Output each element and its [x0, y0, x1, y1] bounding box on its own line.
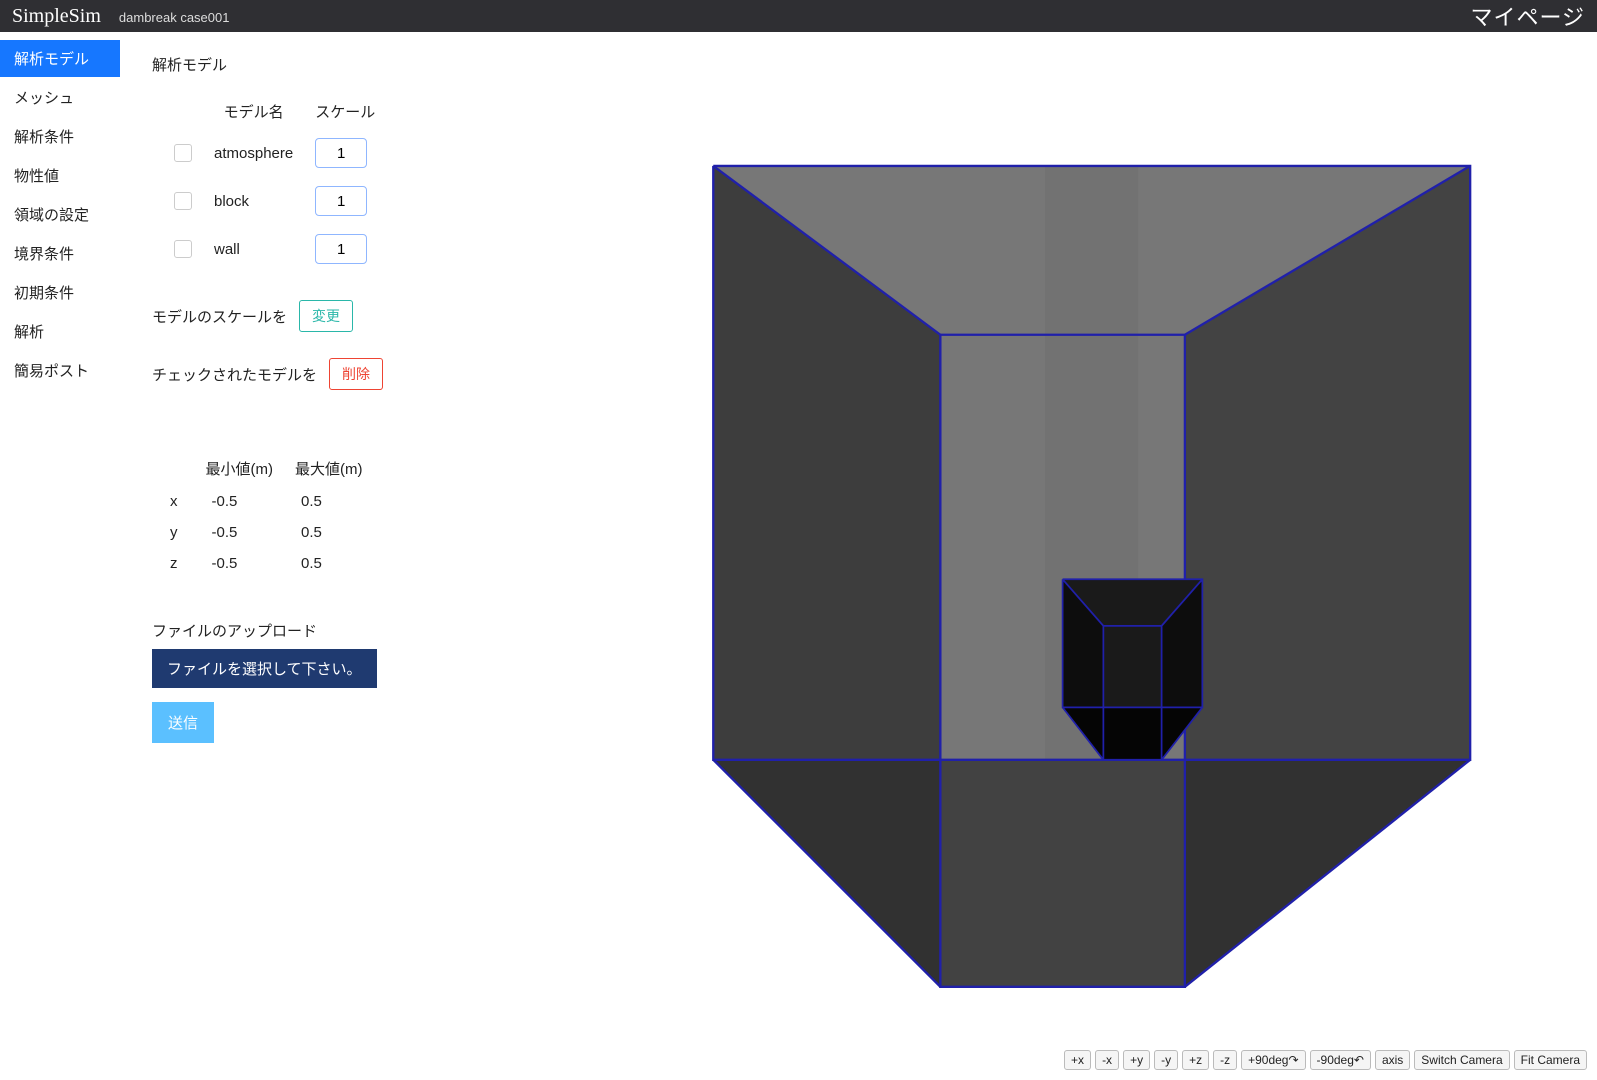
model-header-scale: スケール — [305, 95, 385, 128]
model-row: block — [164, 178, 385, 224]
panel-title: 解析モデル — [152, 54, 454, 75]
bounds-header-min: 最小値(m) — [196, 452, 284, 485]
camera-button[interactable]: +z — [1182, 1050, 1209, 1070]
bounds-header-max: 最大値(m) — [285, 452, 373, 485]
sidebar-item-2[interactable]: 解析条件 — [0, 118, 120, 155]
sidebar-item-5[interactable]: 境界条件 — [0, 235, 120, 272]
bounds-max: 0.5 — [285, 549, 373, 578]
bounds-min: -0.5 — [196, 518, 284, 547]
bounds-row: y-0.50.5 — [154, 518, 373, 547]
model-name: atmosphere — [204, 130, 303, 176]
camera-button[interactable]: -90deg↶ — [1310, 1050, 1371, 1070]
bounds-axis: z — [154, 549, 194, 578]
bounds-row: z-0.50.5 — [154, 549, 373, 578]
delete-model-button[interactable]: 削除 — [329, 358, 383, 390]
bounds-min: -0.5 — [196, 549, 284, 578]
upload-label: ファイルのアップロード — [152, 620, 454, 641]
sidebar-item-0[interactable]: 解析モデル — [0, 40, 120, 77]
camera-button[interactable]: +90deg↷ — [1241, 1050, 1305, 1070]
sidebar-item-8[interactable]: 簡易ポスト — [0, 352, 120, 389]
bounds-max: 0.5 — [285, 518, 373, 547]
model-row: wall — [164, 226, 385, 272]
change-scale-button[interactable]: 変更 — [299, 300, 353, 332]
viewport-3d[interactable]: +x-x+y-y+z-z+90deg↷-90deg↶axisSwitch Cam… — [470, 32, 1597, 1080]
model-name: block — [204, 178, 303, 224]
settings-panel: 解析モデル モデル名 スケール atmosphereblockwall モデルの… — [120, 32, 470, 1080]
bounds-max: 0.5 — [285, 487, 373, 516]
sidebar-item-4[interactable]: 領域の設定 — [0, 196, 120, 233]
camera-button[interactable]: Switch Camera — [1414, 1050, 1509, 1070]
topbar: SimpleSim dambreak case001 マイページ — [0, 0, 1597, 32]
model-scale-input[interactable] — [315, 234, 367, 264]
model-scale-input[interactable] — [315, 138, 367, 168]
scale-action-label: モデルのスケールを — [152, 306, 287, 327]
camera-button[interactable]: -y — [1154, 1050, 1178, 1070]
choose-file-button[interactable]: ファイルを選択して下さい。 — [152, 649, 377, 688]
case-name: dambreak case001 — [119, 10, 230, 25]
model-scale-input[interactable] — [315, 186, 367, 216]
camera-button[interactable]: +y — [1123, 1050, 1150, 1070]
submit-button[interactable]: 送信 — [152, 702, 214, 743]
bounds-row: x-0.50.5 — [154, 487, 373, 516]
camera-toolbar: +x-x+y-y+z-z+90deg↷-90deg↶axisSwitch Cam… — [1064, 1050, 1587, 1070]
mypage-link[interactable]: マイページ — [1470, 0, 1585, 32]
model-checkbox[interactable] — [174, 144, 192, 162]
bounds-axis: y — [154, 518, 194, 547]
sidebar-item-6[interactable]: 初期条件 — [0, 274, 120, 311]
camera-button[interactable]: -x — [1095, 1050, 1119, 1070]
sidebar-item-7[interactable]: 解析 — [0, 313, 120, 350]
bounds-axis: x — [154, 487, 194, 516]
model-checkbox[interactable] — [174, 192, 192, 210]
model-header-name: モデル名 — [204, 95, 303, 128]
bounds-min: -0.5 — [196, 487, 284, 516]
camera-button[interactable]: -z — [1213, 1050, 1237, 1070]
model-checkbox[interactable] — [174, 240, 192, 258]
model-name: wall — [204, 226, 303, 272]
sidebar-item-1[interactable]: メッシュ — [0, 79, 120, 116]
camera-button[interactable]: Fit Camera — [1514, 1050, 1587, 1070]
sidebar: 解析モデルメッシュ解析条件物性値領域の設定境界条件初期条件解析簡易ポスト — [0, 32, 120, 1080]
camera-button[interactable]: axis — [1375, 1050, 1410, 1070]
brand: SimpleSim — [12, 5, 101, 28]
camera-button[interactable]: +x — [1064, 1050, 1091, 1070]
sidebar-item-3[interactable]: 物性値 — [0, 157, 120, 194]
delete-action-label: チェックされたモデルを — [152, 364, 317, 385]
model-row: atmosphere — [164, 130, 385, 176]
